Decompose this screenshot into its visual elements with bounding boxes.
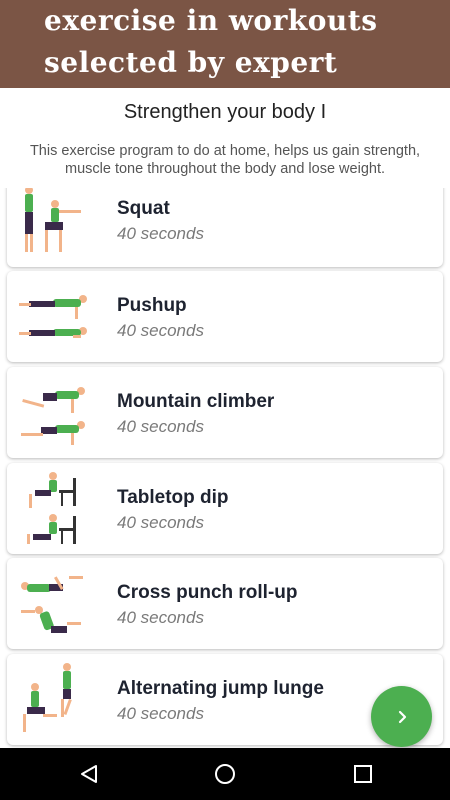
exercise-duration: 40 seconds <box>117 513 204 532</box>
pushup-illustration <box>19 295 87 338</box>
exercise-card-squat[interactable]: Squat 40 seconds <box>7 188 443 267</box>
system-nav-bar <box>0 748 450 800</box>
banner-line-2: selected by expert <box>44 46 338 79</box>
exercise-name: Tabletop dip <box>117 487 229 508</box>
exercise-card-mountain-climber[interactable]: Mountain climber 40 seconds <box>7 367 443 458</box>
exercise-duration: 40 seconds <box>117 417 204 436</box>
exercise-name: Alternating jump lunge <box>117 678 324 699</box>
chevron-right-icon <box>398 710 406 723</box>
cross-punch-roll-up-illustration <box>21 576 83 633</box>
promo-banner: exercise in workouts selected by expert <box>0 0 450 88</box>
exercise-duration: 40 seconds <box>117 608 204 627</box>
exercise-name: Pushup <box>117 295 187 316</box>
exercise-card-cross-punch-roll-up[interactable]: Cross punch roll-up 40 seconds <box>7 558 443 649</box>
exercise-name: Mountain climber <box>117 391 275 412</box>
back-icon[interactable] <box>76 761 102 787</box>
exercise-card-tabletop-dip[interactable]: Tabletop dip 40 seconds <box>7 463 443 554</box>
exercise-list: Squat 40 seconds Pushup 40 seconds Mount… <box>0 188 450 748</box>
exercise-name: Cross punch roll-up <box>117 582 298 603</box>
exercise-name: Squat <box>117 198 170 219</box>
squat-illustration <box>25 188 81 252</box>
home-icon[interactable] <box>212 761 238 787</box>
exercise-card-pushup[interactable]: Pushup 40 seconds <box>7 271 443 362</box>
page-title: Strengthen your body I <box>123 101 327 123</box>
next-button[interactable] <box>371 686 432 747</box>
alternating-jump-lunge-illustration <box>23 663 72 732</box>
exercise-duration: 40 seconds <box>117 321 204 340</box>
exercise-duration: 40 seconds <box>117 224 204 243</box>
tabletop-dip-illustration <box>27 472 76 544</box>
banner-line-1: exercise in workouts <box>44 4 378 37</box>
recents-icon[interactable] <box>350 761 376 787</box>
mountain-climber-illustration <box>21 387 85 445</box>
exercise-duration: 40 seconds <box>117 704 204 723</box>
program-description: This exercise program to do at home, hel… <box>29 143 421 177</box>
